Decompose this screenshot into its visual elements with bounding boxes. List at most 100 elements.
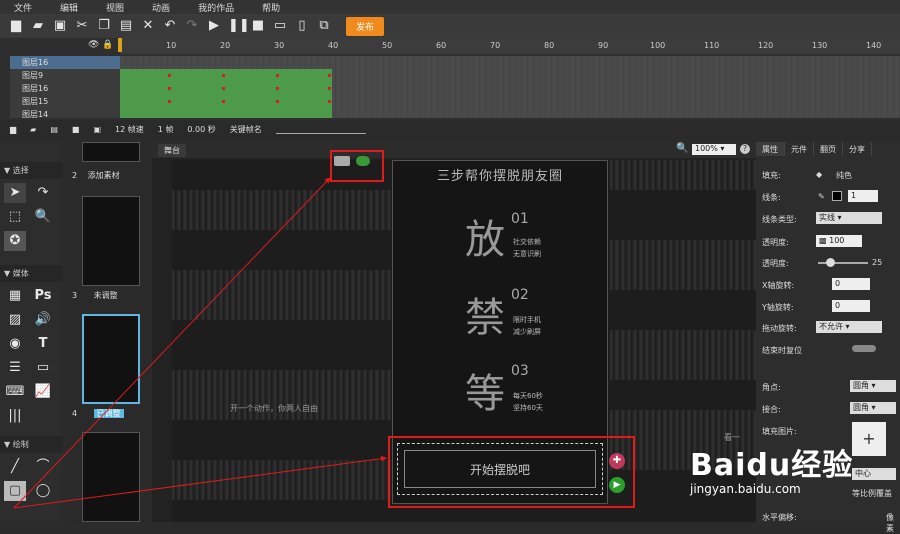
slide-icon[interactable]: ▭ xyxy=(32,358,54,378)
eyedropper-icon[interactable]: ✎ xyxy=(818,192,825,201)
frame-span[interactable] xyxy=(120,69,332,82)
keyframe[interactable] xyxy=(328,87,331,90)
frame-track[interactable] xyxy=(120,82,900,95)
rounded-rect-icon[interactable]: ◯ xyxy=(32,481,54,501)
stage-tab[interactable]: 舞台 xyxy=(158,144,186,157)
menu-help[interactable]: 帮助 xyxy=(248,1,294,14)
tab-page-flip[interactable]: 翻页 xyxy=(814,142,843,156)
keyframe[interactable] xyxy=(276,87,279,90)
grid-icon[interactable]: ▦ xyxy=(4,286,26,306)
y-rotation-input[interactable]: 0 xyxy=(832,300,870,312)
curve-icon[interactable]: ⌒ xyxy=(32,457,54,477)
delete-icon[interactable]: ✕ xyxy=(140,18,156,34)
keyframe-icon[interactable]: ▣ xyxy=(93,125,101,134)
frame-icon[interactable]: ■ xyxy=(72,125,80,134)
tab-share[interactable]: 分享 xyxy=(843,142,872,156)
fps-label[interactable]: 12 帧速 xyxy=(115,124,144,135)
keyframe[interactable] xyxy=(222,87,225,90)
redo-icon[interactable]: ↷ xyxy=(184,18,200,34)
frame-span[interactable] xyxy=(120,95,332,108)
page-item[interactable]: 2 添加素材 xyxy=(72,170,148,181)
barcode-icon[interactable]: ||| xyxy=(4,406,26,426)
list-icon[interactable]: ☰ xyxy=(4,358,26,378)
keyframe-name-input[interactable] xyxy=(275,124,366,134)
fill-value[interactable]: 纯色 xyxy=(836,170,852,181)
menu-animation[interactable]: 动画 xyxy=(138,1,184,14)
eye-icon[interactable]: 👁 xyxy=(88,40,99,50)
menu-edit[interactable]: 编辑 xyxy=(46,1,92,14)
keyframe[interactable] xyxy=(276,100,279,103)
keyframe[interactable] xyxy=(328,100,331,103)
rectangle-icon[interactable]: ▢ xyxy=(4,481,26,501)
slider-handle[interactable] xyxy=(826,258,835,267)
layer-row[interactable]: 图层14 xyxy=(10,108,120,118)
chart-icon[interactable]: 📈 xyxy=(32,382,54,402)
tab-symbols[interactable]: 元件 xyxy=(785,142,814,156)
frame-span[interactable] xyxy=(120,108,332,118)
reset-toggle[interactable] xyxy=(852,345,876,352)
stroke-color-swatch[interactable] xyxy=(832,191,842,201)
copy-icon[interactable]: ❐ xyxy=(96,18,112,34)
search-icon[interactable]: 🔍 xyxy=(676,143,688,154)
open-folder-icon[interactable]: ▰ xyxy=(30,18,46,34)
menu-my-works[interactable]: 我的作品 xyxy=(184,1,248,14)
page-thumbnail[interactable] xyxy=(82,142,140,162)
layer-row[interactable]: 图层15 xyxy=(10,95,120,108)
keyframe[interactable] xyxy=(222,74,225,77)
ps-icon[interactable]: Ps xyxy=(32,286,54,306)
stroke-width-input[interactable]: 1 xyxy=(848,190,878,202)
timeline-ruler[interactable]: 10 20 30 40 50 60 70 80 90 100 110 120 1… xyxy=(118,38,900,54)
zoom-select[interactable]: 100% ▾ xyxy=(692,144,736,155)
zoom-icon[interactable]: 🔍 xyxy=(32,207,54,227)
stroke-type-select[interactable]: 实线 ▾ xyxy=(816,212,882,224)
join-select[interactable]: 圆角 ▾ xyxy=(850,402,896,414)
menu-view[interactable]: 视图 xyxy=(92,1,138,14)
add-layer-icon[interactable]: ▆ xyxy=(10,125,16,134)
menu-file[interactable]: 文件 xyxy=(0,1,46,14)
page-item[interactable]: 4 已调整 xyxy=(72,408,148,419)
x-rotation-input[interactable]: 0 xyxy=(832,278,870,290)
corner-select[interactable]: 圆角 ▾ xyxy=(850,380,896,392)
pen-icon[interactable]: ↷ xyxy=(32,183,54,203)
cut-icon[interactable]: ✂ xyxy=(74,18,90,34)
page-thumbnail[interactable] xyxy=(82,196,140,286)
playhead[interactable] xyxy=(118,38,122,52)
keyframe[interactable] xyxy=(276,74,279,77)
new-file-icon[interactable]: ▆ xyxy=(8,18,24,34)
align-select[interactable]: 中心 xyxy=(852,468,896,480)
save-icon[interactable]: ▣ xyxy=(52,18,68,34)
tab-properties[interactable]: 属性 xyxy=(756,142,785,156)
keyframe[interactable] xyxy=(222,100,225,103)
line-icon[interactable]: ╱ xyxy=(4,457,26,477)
scale-select[interactable]: 等比例覆盖 xyxy=(852,488,892,499)
frame-track[interactable] xyxy=(120,69,900,82)
frame-track[interactable] xyxy=(120,108,900,118)
folder-icon[interactable]: ▰ xyxy=(30,125,36,134)
layer-row[interactable]: 图层16 xyxy=(10,82,120,95)
page-thumbnail[interactable] xyxy=(82,432,140,522)
text-icon[interactable]: T xyxy=(32,334,54,354)
layer-row[interactable]: 图层16 xyxy=(10,56,120,69)
video-icon[interactable]: ◉ xyxy=(4,334,26,354)
trash-icon[interactable]: ▤ xyxy=(50,125,58,134)
audio-icon[interactable]: 🔊 xyxy=(32,310,54,330)
publish-button[interactable]: 发布 xyxy=(346,16,385,36)
lock-icon[interactable]: 🔒 xyxy=(102,40,113,50)
keyframe[interactable] xyxy=(168,74,171,77)
export-icon[interactable]: ⧉ xyxy=(316,18,332,34)
fill-bucket-icon[interactable]: ◆ xyxy=(816,170,822,179)
pause-icon[interactable]: ❚❚ xyxy=(228,18,250,34)
image-icon[interactable]: ▨ xyxy=(4,310,26,330)
opacity-input[interactable]: ▩ 100 xyxy=(816,235,862,247)
layer-row[interactable]: 图层9 xyxy=(10,69,120,82)
phone-preview-icon[interactable]: ▯ xyxy=(294,18,310,34)
stop-icon[interactable]: ■ xyxy=(250,18,266,34)
transform-icon[interactable]: ⬚ xyxy=(4,207,26,227)
help-icon[interactable]: ? xyxy=(740,144,750,154)
page-item[interactable]: 3 未调整 xyxy=(72,290,148,301)
keyframe[interactable] xyxy=(328,74,331,77)
frame-track[interactable] xyxy=(120,95,900,108)
paste-icon[interactable]: ▤ xyxy=(118,18,134,34)
page-thumbnail-selected[interactable] xyxy=(82,314,140,404)
drag-rotation-select[interactable]: 不允许 ▾ xyxy=(816,321,882,333)
